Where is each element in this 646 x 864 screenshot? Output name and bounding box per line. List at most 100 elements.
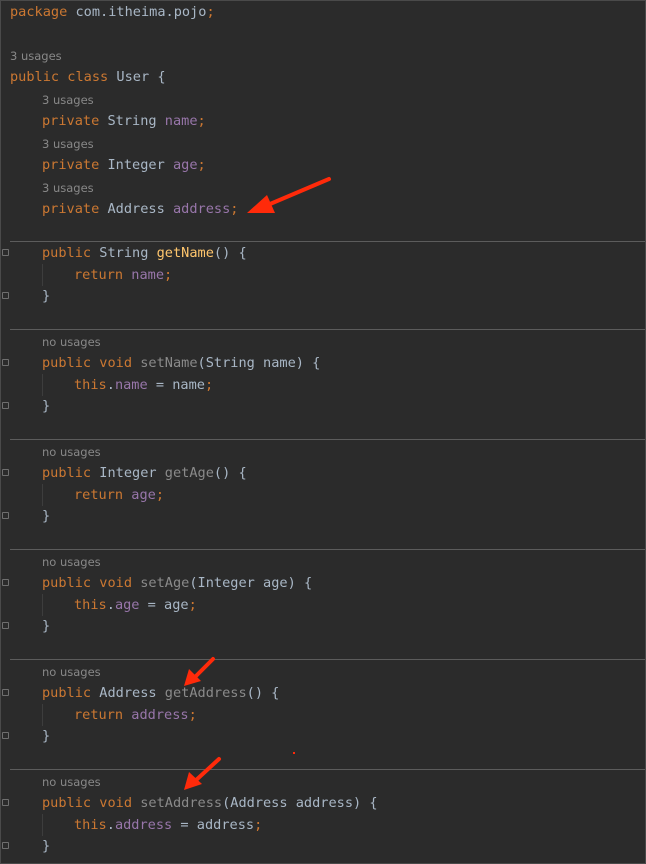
field-name: age: [172, 157, 198, 173]
closing-brace: }: [42, 838, 51, 854]
field-name: name: [131, 267, 165, 283]
indent-guide: [42, 484, 43, 506]
method-body: return address;: [74, 704, 197, 726]
keyword: this: [74, 377, 107, 393]
class-declaration: public class User {: [10, 66, 166, 88]
keyword: public: [42, 795, 92, 811]
red-dot-mark: [293, 752, 295, 754]
paren: (: [213, 245, 223, 261]
return-type: void: [99, 575, 133, 591]
fold-toggle-icon[interactable]: [2, 689, 9, 696]
field-name: address: [114, 817, 173, 833]
method-separator: [10, 329, 645, 330]
usages-hint[interactable]: no usages: [42, 331, 101, 353]
param-type: String: [205, 355, 255, 371]
closing-brace: }: [42, 728, 51, 744]
return-type: void: [99, 355, 133, 371]
semicolon: ;: [204, 377, 214, 393]
fold-toggle-icon[interactable]: [2, 622, 9, 629]
method-name: getName: [156, 245, 214, 261]
usages-hint[interactable]: no usages: [42, 551, 101, 573]
package-name: com.itheima.pojo: [75, 4, 207, 20]
return-type: Address: [99, 685, 157, 701]
semicolon: ;: [254, 817, 263, 833]
keyword: private: [42, 113, 100, 129]
keyword: public: [42, 245, 92, 261]
semicolon: ;: [197, 113, 206, 129]
method-separator: [10, 659, 645, 660]
fold-toggle-icon[interactable]: [2, 292, 9, 299]
field-declaration: private Integer age;: [42, 154, 206, 176]
arrow-address-field: [247, 177, 331, 213]
class-name: User: [116, 69, 150, 85]
usages-hint[interactable]: 3 usages: [42, 177, 94, 199]
fold-toggle-icon[interactable]: [2, 842, 9, 849]
paren: (: [213, 465, 223, 481]
usages-hint[interactable]: no usages: [42, 441, 101, 463]
paren: (: [197, 355, 206, 371]
usages-hint[interactable]: 3 usages: [42, 133, 94, 155]
field-name: address: [131, 707, 189, 723]
method-separator: [10, 439, 645, 440]
method-name: setName: [140, 355, 198, 371]
method-name: getAge: [164, 465, 214, 481]
closing-brace: }: [42, 618, 51, 634]
field-name: age: [114, 597, 140, 613]
method-body: this.age = age;: [74, 597, 197, 613]
method-signature: public void setAddress(Address address) …: [42, 792, 378, 814]
return-type: Integer: [99, 465, 157, 481]
keyword: this: [74, 817, 107, 833]
fold-toggle-icon[interactable]: [2, 579, 9, 586]
semicolon: ;: [164, 267, 173, 283]
field-name: address: [172, 201, 231, 217]
closing-brace: }: [42, 398, 51, 414]
usages-hint[interactable]: no usages: [42, 661, 101, 683]
usages-hint[interactable]: 3 usages: [10, 45, 62, 67]
paren-brace: ) {: [254, 685, 280, 701]
method-name: setAddress: [140, 795, 223, 811]
code-editor[interactable]: package com.itheima.pojo; 3 usages publi…: [0, 0, 646, 864]
type-name: Integer: [107, 157, 165, 173]
return-type: String: [99, 245, 149, 261]
fold-toggle-icon[interactable]: [2, 359, 9, 366]
method-separator: [10, 769, 645, 770]
keyword: class: [67, 69, 109, 85]
method-signature: public void setName(String name) {: [42, 352, 320, 374]
keyword: public: [42, 465, 92, 481]
param-type: Integer: [197, 575, 255, 591]
usages-hint[interactable]: no usages: [42, 771, 101, 793]
type-name: Address: [107, 201, 165, 217]
method-signature: public String getName() {: [42, 242, 247, 264]
fold-toggle-icon[interactable]: [2, 799, 9, 806]
field-name: age: [131, 487, 156, 503]
method-body: this.address = address;: [74, 817, 263, 833]
arrow-get-address: [184, 657, 215, 686]
arrow-set-address: [184, 757, 221, 790]
paren-brace: ) {: [295, 355, 321, 371]
keyword: public: [42, 575, 92, 591]
type-name: String: [107, 113, 157, 129]
return-type: void: [99, 795, 133, 811]
semicolon: ;: [230, 201, 239, 217]
fold-toggle-icon[interactable]: [2, 402, 9, 409]
param-name: address: [295, 795, 354, 811]
fold-toggle-icon[interactable]: [2, 512, 9, 519]
fold-toggle-icon[interactable]: [2, 732, 9, 739]
param-type: Address: [230, 795, 288, 811]
fold-toggle-icon[interactable]: [2, 249, 9, 256]
usages-hint[interactable]: 3 usages: [42, 89, 94, 111]
fold-toggle-icon[interactable]: [2, 469, 9, 476]
keyword: this: [74, 597, 107, 613]
keyword: public: [10, 69, 60, 85]
semicolon: ;: [188, 707, 197, 723]
closing-brace: }: [42, 288, 51, 304]
indent-guide: [42, 264, 43, 286]
field-name: name: [114, 377, 148, 393]
keyword: package: [10, 4, 68, 20]
assignment: = age: [139, 597, 189, 613]
assignment: = address: [172, 817, 255, 833]
param-name: age: [263, 575, 288, 591]
assignment: = name: [147, 377, 205, 393]
paren: (: [189, 575, 198, 591]
keyword: return: [74, 487, 124, 503]
